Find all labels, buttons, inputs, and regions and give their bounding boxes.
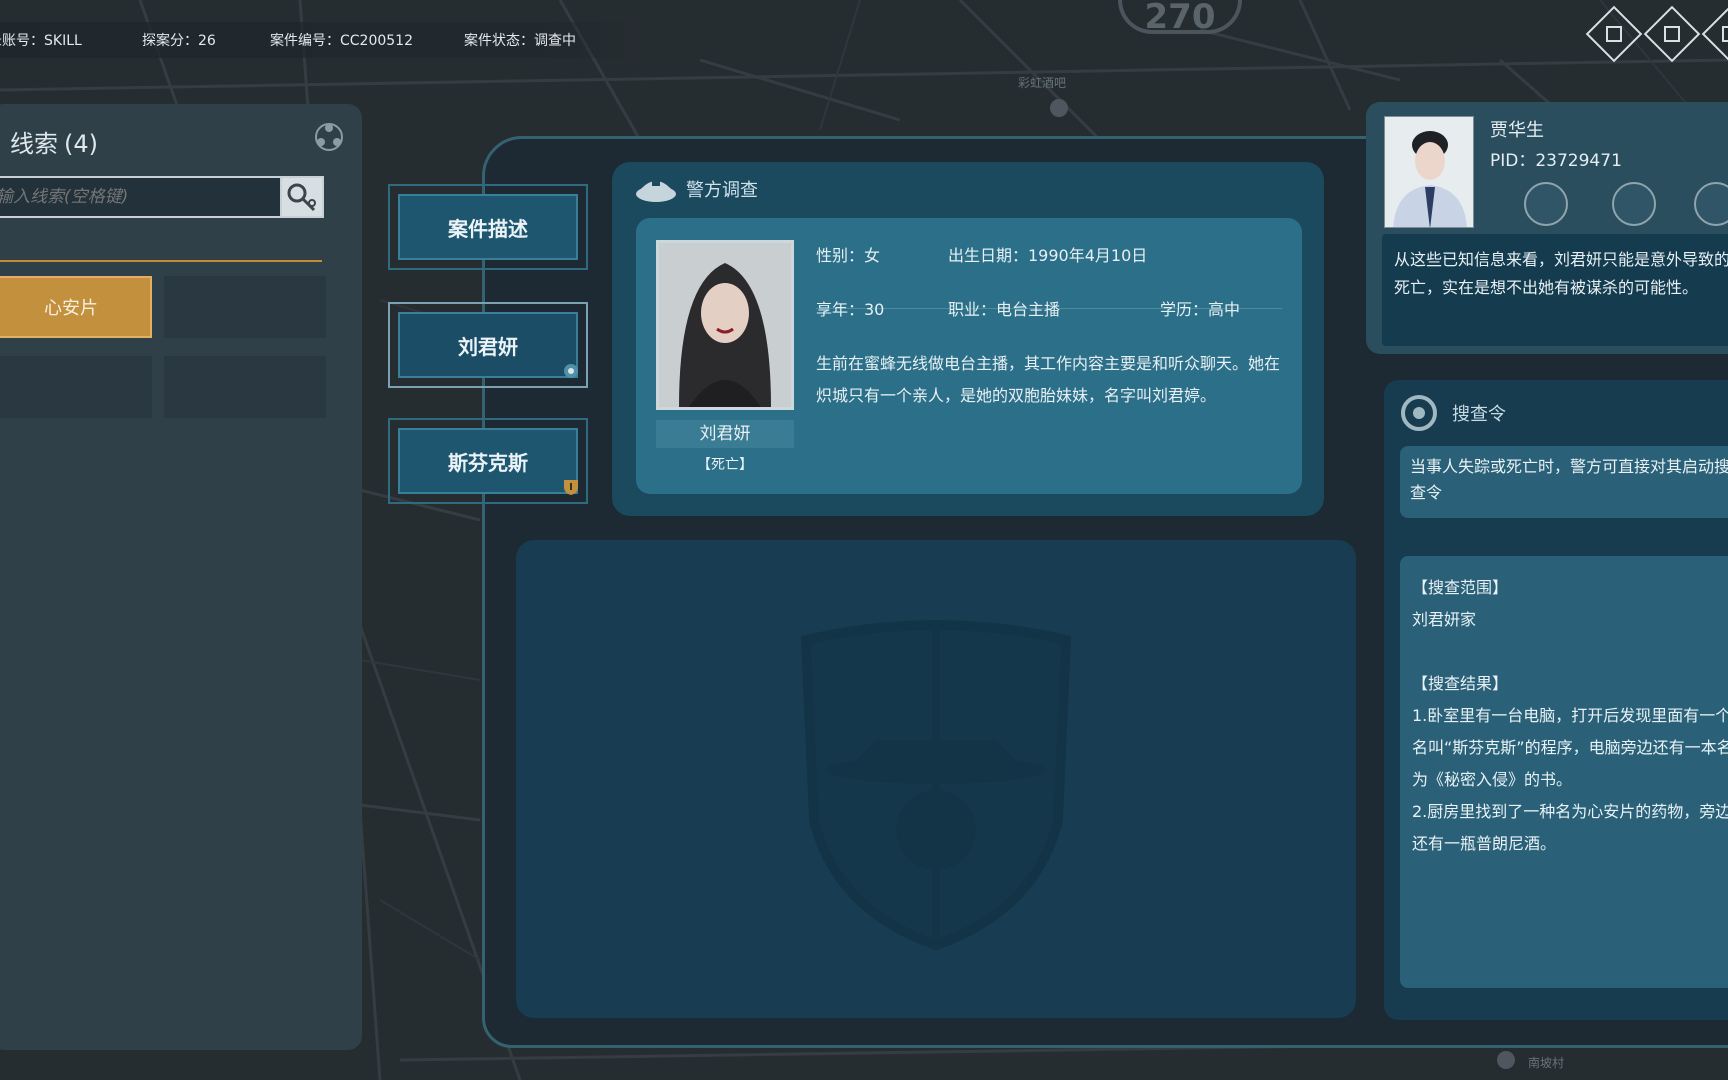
officer-avatar bbox=[1384, 116, 1474, 228]
portrait-image bbox=[659, 243, 791, 407]
police-investigation-card: 警方调查 刘君妍 【死亡】 性别：女 出生日期：1990年4月10日 享年：30… bbox=[612, 162, 1324, 516]
officer-card: 贾华生 PID：23729471 从这些已知信息来看，刘君妍只能是意外导致的死亡… bbox=[1366, 102, 1728, 354]
tab-label: 刘君妍 bbox=[398, 312, 578, 378]
score-label: 探案分：26 bbox=[142, 33, 216, 49]
person-age: 享年：30 bbox=[816, 300, 885, 319]
map-label-village: 南坡村 bbox=[1528, 1056, 1565, 1070]
result-item: 2.厨房里找到了一种名为心安片的药物，旁边还有一瓶普朗尼酒。 bbox=[1412, 802, 1728, 853]
person-name: 刘君妍 bbox=[656, 420, 794, 448]
officer-name: 贾华生 bbox=[1490, 120, 1544, 141]
person-job: 职业：电台主播 bbox=[948, 300, 1061, 319]
network-icon[interactable] bbox=[312, 120, 346, 154]
person-status: 【死亡】 bbox=[697, 457, 753, 473]
officer-pid: PID：23729471 bbox=[1490, 151, 1622, 171]
tab-label: 案件描述 bbox=[398, 194, 578, 260]
warrant-description: 当事人失踪或死亡时，警方可直接对其启动搜查令 bbox=[1400, 446, 1728, 518]
tab-person-liu-junyan[interactable]: 刘君妍 bbox=[388, 302, 588, 388]
tab-label: 斯芬克斯 bbox=[398, 428, 578, 494]
tab-sphinx[interactable]: 斯芬克斯 bbox=[388, 418, 588, 504]
officer-portrait bbox=[1385, 117, 1473, 227]
clue-search-input[interactable] bbox=[0, 176, 280, 218]
police-card-header: 警方调查 bbox=[634, 172, 758, 206]
clue-slot-empty[interactable] bbox=[0, 356, 152, 418]
person-education: 学历：高中 bbox=[1160, 300, 1241, 319]
police-cap-icon bbox=[636, 180, 676, 202]
clue-slot-empty[interactable] bbox=[164, 356, 326, 418]
person-birth-date: 出生日期：1990年4月10日 bbox=[948, 246, 1148, 265]
result-heading: 【搜查结果】 bbox=[1412, 674, 1509, 693]
person-bio: 生前在蜜蜂无线做电台主播，其工作内容主要是和听众聊天。她在炽城只有一个亲人，是她… bbox=[816, 354, 1281, 405]
clues-title: 线索 (4) bbox=[10, 124, 98, 159]
clue-item[interactable]: 心安片 bbox=[0, 276, 152, 338]
detective-shield-emblem bbox=[800, 620, 1072, 950]
search-button[interactable] bbox=[280, 176, 324, 218]
scope-heading: 【搜查范围】 bbox=[1412, 578, 1509, 597]
shield-icon bbox=[564, 480, 578, 495]
badge-icon[interactable] bbox=[1694, 182, 1728, 226]
eye-icon bbox=[564, 364, 578, 378]
officer-dialogue: 从这些已知信息来看，刘君妍只能是意外导致的死亡，实在是想不出她有被谋杀的可能性。 bbox=[1382, 234, 1728, 346]
scope-value: 刘君妍家 bbox=[1412, 610, 1477, 629]
person-profile-card: 刘君妍 【死亡】 性别：女 出生日期：1990年4月10日 享年：30 职业：电… bbox=[636, 218, 1302, 494]
map-label-bar: 彩虹酒吧 bbox=[1018, 76, 1067, 90]
clue-slot-empty[interactable] bbox=[164, 276, 326, 338]
warrant-title: 搜查令 bbox=[1452, 404, 1506, 425]
clues-panel: 线索(4) 心安片 bbox=[0, 104, 362, 1050]
warrant-header: 搜查令 bbox=[1398, 392, 1506, 434]
status-bar: 录账号：SKILL 探案分：26 案件编号：CC200512 案件状态：调查中 bbox=[0, 22, 640, 58]
person-photo bbox=[656, 240, 794, 410]
emblem-panel bbox=[516, 540, 1356, 1018]
clues-count: (4) bbox=[64, 130, 98, 158]
search-icon bbox=[287, 183, 316, 212]
target-icon bbox=[1401, 395, 1437, 431]
settings-gear-icon[interactable] bbox=[1612, 182, 1656, 226]
road-shield-270: 270 bbox=[1118, 0, 1242, 34]
tab-case-description[interactable]: 案件描述 bbox=[388, 184, 588, 270]
warrant-result-box: 【搜查范围】 刘君妍家 【搜查结果】 1.卧室里有一台电脑，打开后发现里面有一个… bbox=[1400, 556, 1728, 988]
case-status-label: 案件状态：调查中 bbox=[464, 33, 576, 49]
person-gender: 性别：女 bbox=[816, 246, 881, 265]
search-warrant-panel: 搜查令 当事人失踪或死亡时，警方可直接对其启动搜查令 【搜查范围】 刘君妍家 【… bbox=[1384, 380, 1728, 1020]
police-card-title: 警方调查 bbox=[686, 180, 758, 201]
result-item: 1.卧室里有一台电脑，打开后发现里面有一个名叫“斯芬克斯”的程序，电脑旁边还有一… bbox=[1412, 706, 1728, 789]
clues-title-text: 线索 bbox=[10, 130, 58, 158]
chat-icon[interactable] bbox=[1524, 182, 1568, 226]
case-id-label: 案件编号：CC200512 bbox=[270, 33, 413, 49]
account-label: 录账号：SKILL bbox=[0, 33, 82, 49]
clue-divider bbox=[0, 260, 322, 262]
